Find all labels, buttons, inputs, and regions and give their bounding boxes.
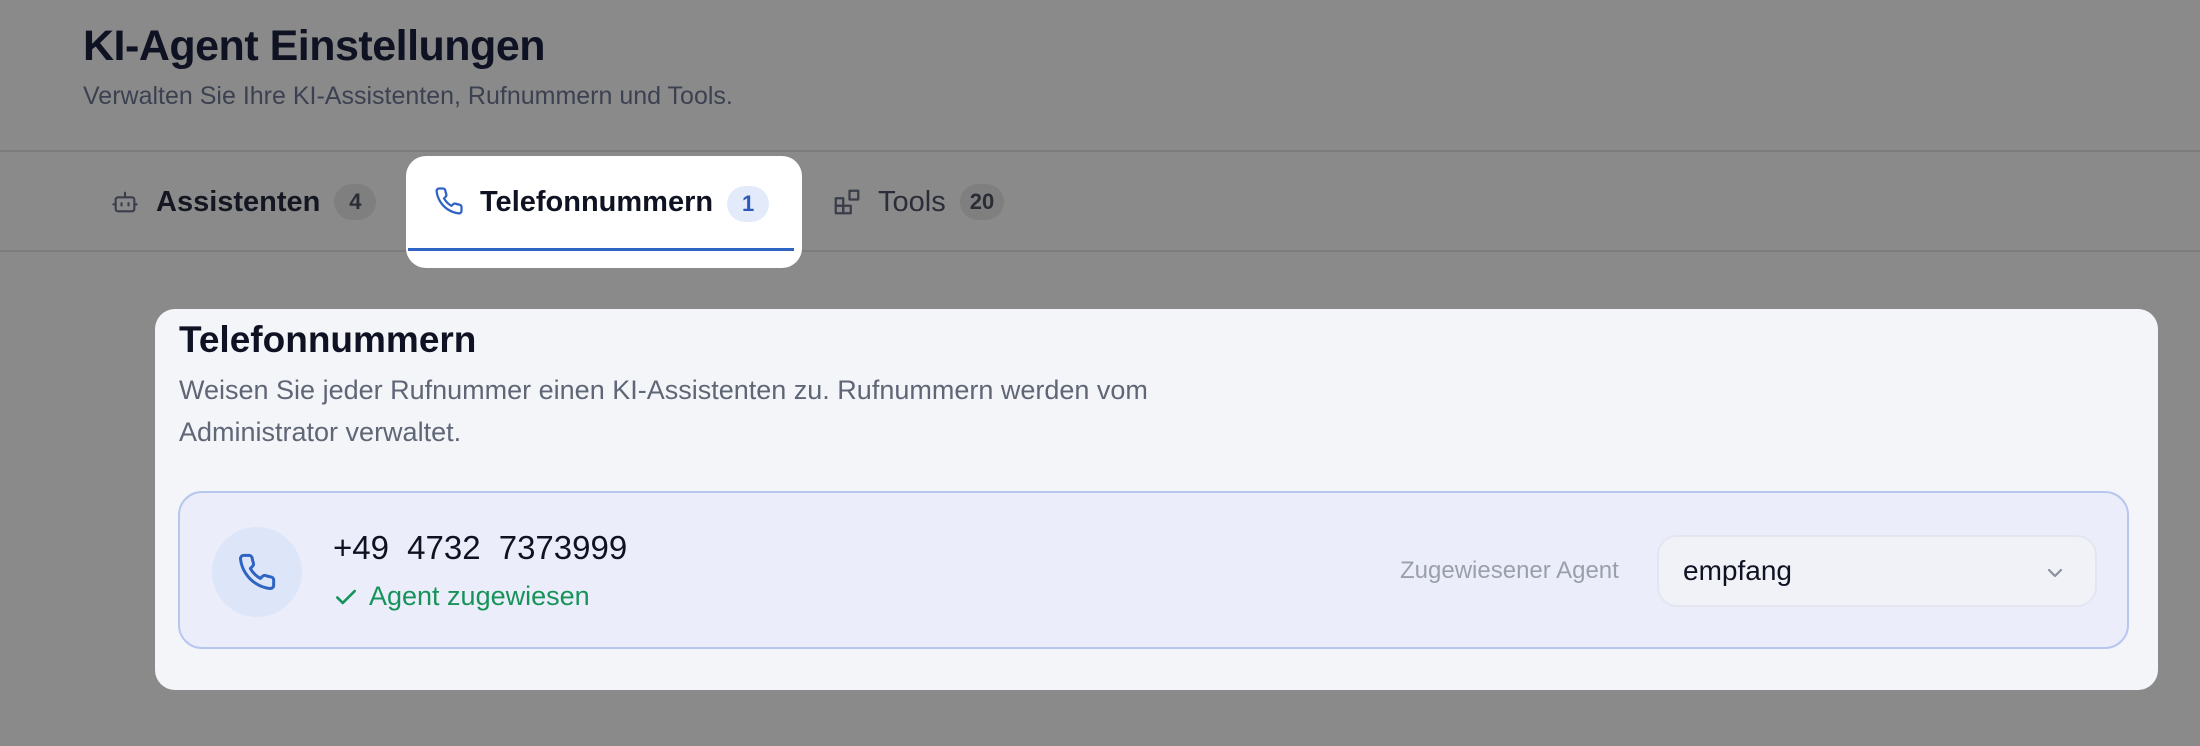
phone-icon — [434, 186, 464, 216]
page-subtitle: Verwalten Sie Ihre KI-Assistenten, Rufnu… — [83, 82, 733, 110]
tab-tools[interactable]: Tools 20 — [832, 154, 1005, 250]
page-header: KI-Agent Einstellungen Verwalten Sie Ihr… — [0, 0, 2200, 152]
tab-assistants-count-badge: 4 — [334, 184, 377, 220]
assignment-status: Agent zugewiesen — [333, 581, 590, 612]
tab-assistants[interactable]: Assistenten 4 — [110, 154, 377, 250]
check-icon — [333, 584, 359, 610]
phone-icon — [239, 553, 276, 590]
tab-tools-count-badge: 20 — [959, 184, 1005, 220]
phone-number-row: +49 4732 7373999 Agent zugewiesen Zugewi… — [178, 491, 2129, 649]
phone-numbers-panel: Telefonnummern Weisen Sie jeder Rufnumme… — [155, 309, 2158, 690]
chevron-down-icon — [2043, 561, 2067, 585]
robot-icon — [110, 187, 140, 217]
assignment-status-label: Agent zugewiesen — [369, 581, 590, 611]
phone-avatar — [212, 527, 302, 617]
page-title: KI-Agent Einstellungen — [83, 22, 546, 70]
apps-icon — [832, 187, 862, 217]
assigned-agent-value: empfang — [1683, 555, 1792, 586]
assigned-agent-select[interactable]: empfang — [1657, 535, 2097, 607]
phone-number: +49 4732 7373999 — [333, 529, 628, 566]
tab-phone-numbers[interactable]: Telefonnummern 1 — [406, 156, 802, 268]
tab-bar: Assistenten 4 Telefonnummern 1 Tools 20 — [0, 154, 2200, 268]
panel-title: Telefonnummern — [179, 319, 477, 360]
tab-phone-numbers-label: Telefonnummern — [480, 186, 714, 218]
tab-assistants-label: Assistenten — [156, 185, 321, 218]
active-tab-indicator — [408, 248, 794, 251]
panel-description: Weisen Sie jeder Rufnummer einen KI-Assi… — [179, 375, 1148, 447]
assigned-agent-label: Zugewiesener Agent — [1400, 557, 1619, 584]
tab-phone-numbers-count-badge: 1 — [727, 186, 770, 222]
tab-tools-label: Tools — [878, 185, 946, 218]
